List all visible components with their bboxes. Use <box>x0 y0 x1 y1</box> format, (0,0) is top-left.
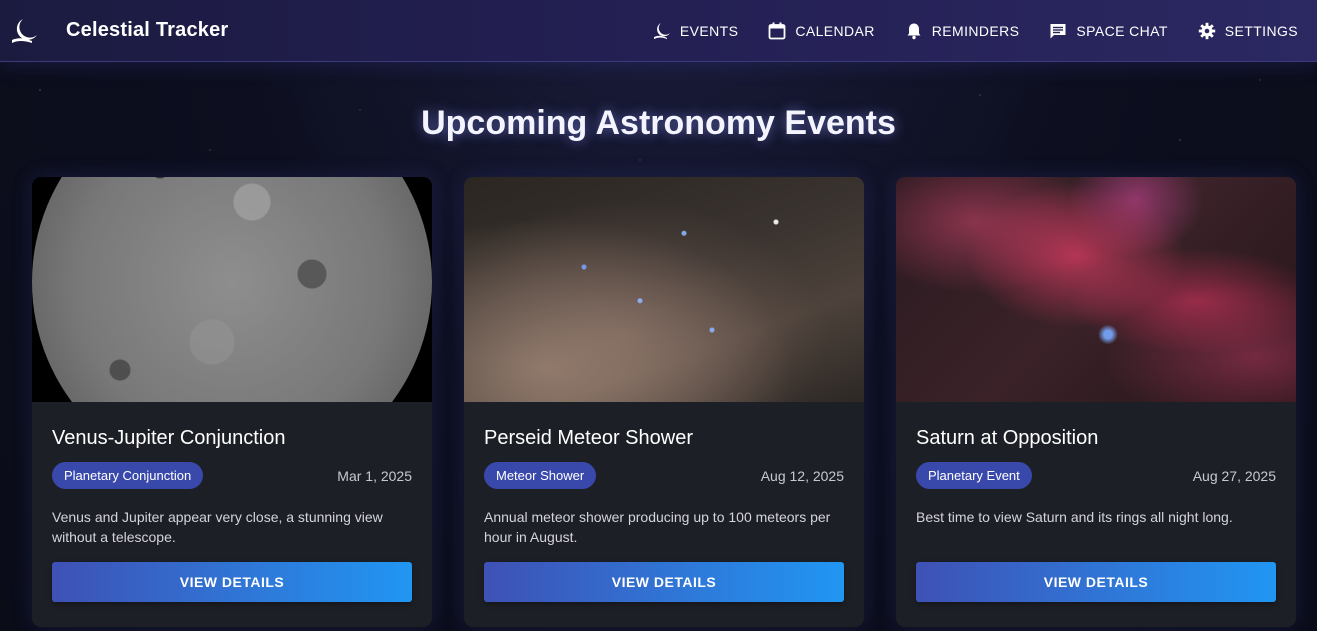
event-description: Annual meteor shower producing up to 100… <box>484 509 831 545</box>
nav-calendar[interactable]: CALENDAR <box>767 21 874 41</box>
gear-icon <box>1197 21 1217 41</box>
app-header: Celestial Tracker EVENTS CALENDAR REMIND… <box>0 0 1317 62</box>
category-badge: Meteor Shower <box>484 462 597 489</box>
moon-icon <box>10 16 40 46</box>
category-badge: Planetary Event <box>916 462 1032 489</box>
brand[interactable]: Celestial Tracker <box>10 16 228 46</box>
view-details-button[interactable]: VIEW DETAILS <box>484 562 844 602</box>
nav-reminders[interactable]: REMINDERS <box>904 21 1020 41</box>
event-image-nebula <box>896 177 1296 402</box>
event-card: Perseid Meteor Shower Meteor Shower Aug … <box>464 177 864 627</box>
nav-events[interactable]: EVENTS <box>652 21 738 41</box>
event-description: Venus and Jupiter appear very close, a s… <box>52 509 383 545</box>
view-details-button[interactable]: VIEW DETAILS <box>916 562 1276 602</box>
event-card: Venus-Jupiter Conjunction Planetary Conj… <box>32 177 432 627</box>
event-description: Best time to view Saturn and its rings a… <box>916 509 1233 525</box>
bell-icon <box>904 21 924 41</box>
event-date: Aug 27, 2025 <box>1192 467 1276 484</box>
event-card: Saturn at Opposition Planetary Event Aug… <box>896 177 1296 627</box>
nav-space-chat[interactable]: SPACE CHAT <box>1048 21 1167 41</box>
page-title: Upcoming Astronomy Events <box>421 104 896 142</box>
event-title: Saturn at Opposition <box>916 427 1099 449</box>
category-badge: Planetary Conjunction <box>52 462 204 489</box>
nav-label: SPACE CHAT <box>1076 22 1168 39</box>
event-title: Venus-Jupiter Conjunction <box>52 427 286 449</box>
moon-icon <box>652 21 672 41</box>
event-date: Aug 12, 2025 <box>760 467 844 484</box>
nav-label: EVENTS <box>679 22 739 39</box>
event-date: Mar 1, 2025 <box>337 467 412 484</box>
nav-label: REMINDERS <box>931 22 1020 39</box>
calendar-icon <box>767 21 787 41</box>
event-image-moon <box>32 177 432 402</box>
chat-icon <box>1048 21 1068 41</box>
nav-settings[interactable]: SETTINGS <box>1197 21 1298 41</box>
nav-label: SETTINGS <box>1224 22 1298 39</box>
main-nav: EVENTS CALENDAR REMINDERS SPACE CHAT SET… <box>652 21 1298 41</box>
app-title: Celestial Tracker <box>66 19 229 41</box>
event-image-starfield <box>464 177 864 402</box>
nav-label: CALENDAR <box>795 22 875 39</box>
view-details-button[interactable]: VIEW DETAILS <box>52 562 412 602</box>
event-title: Perseid Meteor Shower <box>484 427 693 449</box>
